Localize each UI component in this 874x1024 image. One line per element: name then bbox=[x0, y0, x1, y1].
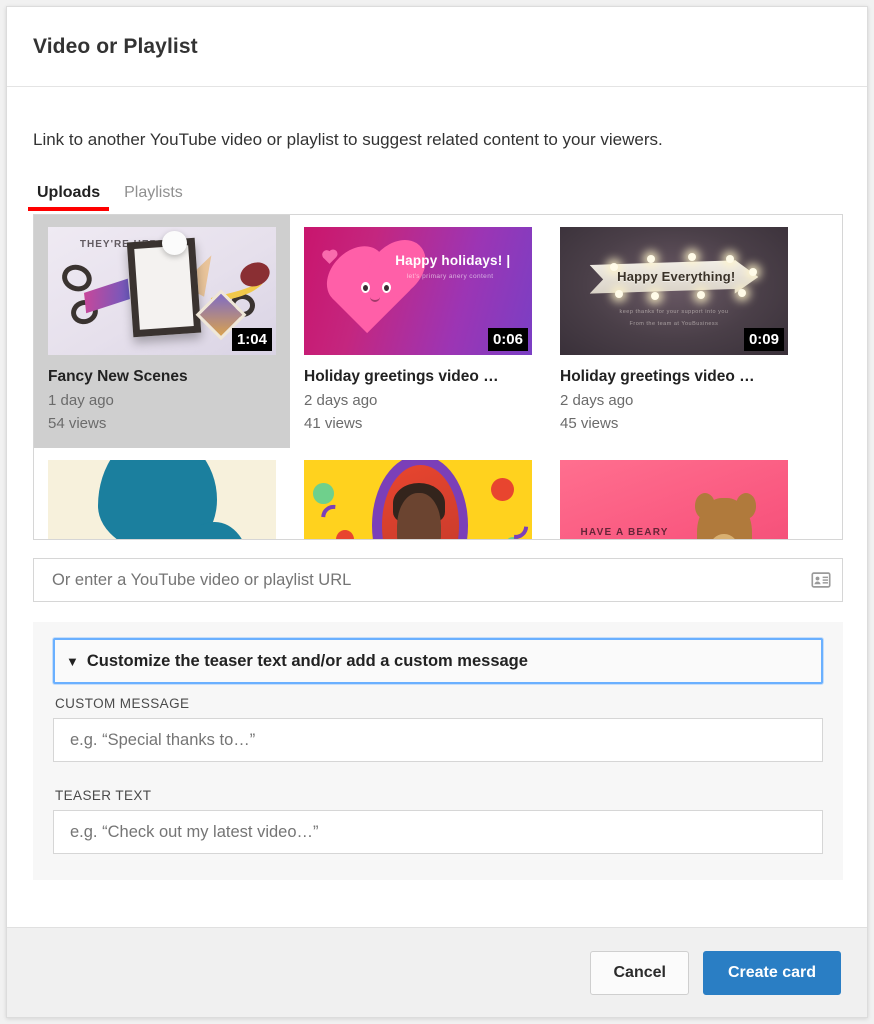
customize-toggle-label: Customize the teaser text and/or add a c… bbox=[87, 652, 528, 671]
video-or-playlist-dialog: Video or Playlist Link to another YouTub… bbox=[6, 6, 868, 1018]
tab-bar: Uploads Playlists bbox=[33, 177, 841, 211]
light-bulb-icon bbox=[688, 253, 696, 261]
video-thumbnail bbox=[304, 460, 532, 540]
video-card-beary-merry-christmas[interactable]: HAVE A BEARY MERRY CHRISTMAS bbox=[546, 448, 802, 540]
light-bulb-icon bbox=[697, 291, 705, 299]
custom-message-input[interactable] bbox=[53, 718, 823, 762]
thumb-overlay-text: HAVE A BEARY bbox=[581, 527, 669, 538]
video-duration-badge: 0:06 bbox=[488, 328, 528, 351]
eye-icon bbox=[382, 282, 391, 293]
custom-message-label: CUSTOM MESSAGE bbox=[55, 696, 823, 711]
customize-toggle[interactable]: ▼ Customize the teaser text and/or add a… bbox=[53, 638, 823, 684]
video-views: 41 views bbox=[304, 415, 532, 432]
thumb-overlay-subtext: let's primary anery content bbox=[407, 273, 494, 280]
teaser-text-label: TEASER TEXT bbox=[55, 788, 823, 803]
confetti-dot-icon bbox=[491, 478, 514, 501]
dialog-footer: Cancel Create card bbox=[7, 927, 867, 1017]
video-thumbnail: HAVE A BEARY MERRY CHRISTMAS bbox=[560, 460, 788, 540]
video-thumbnail: SOLID IS BORING bbox=[48, 460, 276, 540]
video-card-holiday-greetings-2[interactable]: Happy Everything! keep thanks for your s… bbox=[546, 215, 802, 448]
url-input-row bbox=[33, 558, 843, 602]
light-bulb-icon bbox=[615, 290, 623, 298]
video-age: 1 day ago bbox=[48, 392, 276, 409]
create-card-button[interactable]: Create card bbox=[703, 951, 841, 995]
page-title: Video or Playlist bbox=[33, 35, 198, 59]
light-bulb-icon bbox=[749, 268, 757, 276]
video-title: Fancy New Scenes bbox=[48, 368, 276, 386]
video-thumbnail: THEY'RE HERE bbox=[48, 227, 276, 355]
confetti-arc-icon bbox=[493, 504, 532, 541]
video-card-solid-is-boring[interactable]: SOLID IS BORING bbox=[34, 448, 290, 540]
contact-card-icon[interactable] bbox=[808, 567, 834, 593]
light-bulb-icon bbox=[651, 292, 659, 300]
cancel-button[interactable]: Cancel bbox=[590, 951, 688, 995]
dialog-header: Video or Playlist bbox=[7, 7, 867, 87]
thumbnail-art-solid-icon: SOLID IS BORING bbox=[48, 460, 276, 540]
video-title: Holiday greetings video … bbox=[560, 368, 788, 386]
mini-heart-icon bbox=[323, 251, 336, 264]
teaser-text-input[interactable] bbox=[53, 810, 823, 854]
chevron-down-icon: ▼ bbox=[66, 655, 79, 668]
video-grid-scroll-container[interactable]: THEY'RE HERE bbox=[33, 214, 843, 540]
video-card-holiday-greetings-1[interactable]: Happy holidays! | let's primary anery co… bbox=[290, 215, 546, 448]
video-thumbnail: Happy holidays! | let's primary anery co… bbox=[304, 227, 532, 355]
video-card-fancy-new-scenes[interactable]: THEY'RE HERE bbox=[34, 215, 290, 448]
video-age: 2 days ago bbox=[304, 392, 532, 409]
video-grid: THEY'RE HERE bbox=[34, 215, 842, 540]
light-bulb-icon bbox=[738, 289, 746, 297]
confetti-dot-icon bbox=[313, 483, 334, 503]
thumb-overlay-subtext: keep thanks for your support into you bbox=[610, 309, 738, 315]
screen-root: Video or Playlist Link to another YouTub… bbox=[0, 0, 874, 1024]
thumbnail-art-confetti-icon bbox=[304, 460, 532, 540]
tab-playlists[interactable]: Playlists bbox=[120, 184, 187, 211]
customize-panel: ▼ Customize the teaser text and/or add a… bbox=[33, 622, 843, 880]
thumb-overlay-text: Happy Everything! bbox=[610, 269, 742, 284]
video-title: Holiday greetings video … bbox=[304, 368, 532, 386]
thumbnail-art-bear-icon: HAVE A BEARY MERRY CHRISTMAS bbox=[560, 460, 788, 540]
video-card-confetti[interactable] bbox=[290, 448, 546, 540]
intro-text: Link to another YouTube video or playlis… bbox=[33, 129, 841, 151]
video-thumbnail: Happy Everything! keep thanks for your s… bbox=[560, 227, 788, 355]
tab-uploads[interactable]: Uploads bbox=[33, 184, 104, 211]
thumb-overlay-text: Happy holidays! | bbox=[395, 253, 510, 268]
video-age: 2 days ago bbox=[560, 392, 788, 409]
video-views: 45 views bbox=[560, 415, 788, 432]
thumb-overlay-subtext-2: From the team at YouBusiness bbox=[610, 321, 738, 327]
video-duration-badge: 0:09 bbox=[744, 328, 784, 351]
dialog-body: Link to another YouTube video or playlis… bbox=[7, 87, 867, 927]
picture-frame-icon bbox=[127, 238, 202, 337]
gradient-square-icon bbox=[84, 279, 130, 314]
video-duration-badge: 1:04 bbox=[232, 328, 272, 351]
light-bulb-icon bbox=[647, 255, 655, 263]
video-views: 54 views bbox=[48, 415, 276, 432]
url-input[interactable] bbox=[50, 570, 808, 591]
